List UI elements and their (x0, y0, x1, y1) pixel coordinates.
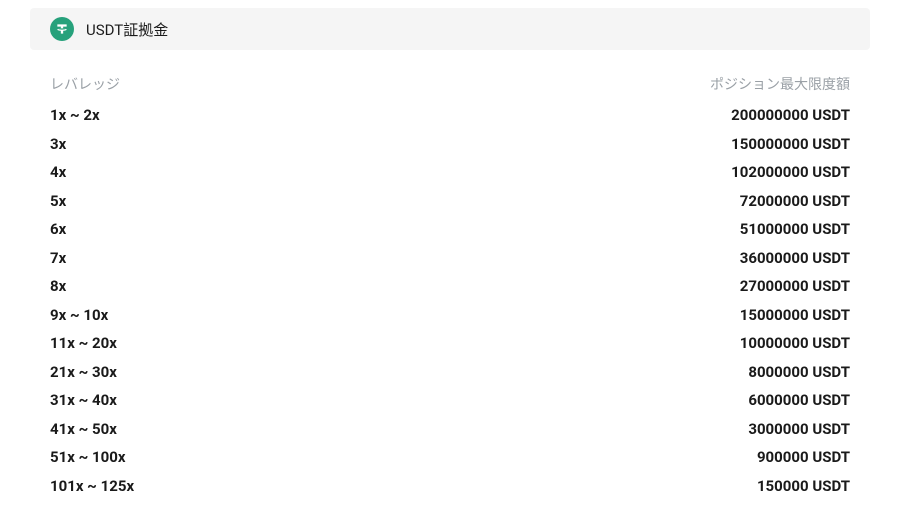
table-row: 7x 36000000 USDT (50, 251, 850, 266)
leverage-cell: 3x (50, 137, 66, 152)
leverage-cell: 4x (50, 165, 66, 180)
leverage-cell: 1x ~ 2x (50, 108, 100, 123)
table-row: 8x 27000000 USDT (50, 279, 850, 294)
table-body: 1x ~ 2x 200000000 USDT 3x 150000000 USDT 4x 1… (50, 108, 850, 494)
table-header: レバレッジ ポジション最大限度額 (50, 74, 850, 94)
max-position-cell: 150000000 USDT (731, 137, 850, 152)
max-position-cell: 72000000 USDT (740, 194, 850, 209)
margin-header: USDT証拠金 (30, 8, 870, 50)
max-position-cell: 900000 USDT (757, 450, 850, 465)
table-row: 11x ~ 20x 10000000 USDT (50, 336, 850, 351)
table-row: 41x ~ 50x 3000000 USDT (50, 422, 850, 437)
leverage-cell: 5x (50, 194, 66, 209)
max-position-cell: 27000000 USDT (740, 279, 850, 294)
max-position-cell: 51000000 USDT (740, 222, 850, 237)
max-position-cell: 102000000 USDT (731, 165, 850, 180)
max-position-cell: 8000000 USDT (748, 365, 850, 380)
max-position-cell: 10000000 USDT (740, 336, 850, 351)
tether-icon (50, 17, 74, 41)
table-row: 6x 51000000 USDT (50, 222, 850, 237)
leverage-cell: 21x ~ 30x (50, 365, 117, 380)
column-header-leverage: レバレッジ (50, 74, 120, 94)
table-row: 9x ~ 10x 15000000 USDT (50, 308, 850, 323)
leverage-cell: 11x ~ 20x (50, 336, 117, 351)
table-row: 1x ~ 2x 200000000 USDT (50, 108, 850, 123)
leverage-cell: 9x ~ 10x (50, 308, 108, 323)
leverage-cell: 101x ~ 125x (50, 479, 134, 494)
max-position-cell: 6000000 USDT (748, 393, 850, 408)
table-row: 101x ~ 125x 150000 USDT (50, 479, 850, 494)
max-position-cell: 15000000 USDT (740, 308, 850, 323)
max-position-cell: 200000000 USDT (731, 108, 850, 123)
table-row: 5x 72000000 USDT (50, 194, 850, 209)
leverage-cell: 31x ~ 40x (50, 393, 117, 408)
leverage-cell: 51x ~ 100x (50, 450, 125, 465)
leverage-cell: 41x ~ 50x (50, 422, 117, 437)
table-row: 51x ~ 100x 900000 USDT (50, 450, 850, 465)
column-header-max-position: ポジション最大限度額 (710, 74, 850, 94)
leverage-table: レバレッジ ポジション最大限度額 1x ~ 2x 200000000 USDT 3x… (0, 74, 900, 494)
leverage-cell: 8x (50, 279, 66, 294)
max-position-cell: 150000 USDT (757, 479, 850, 494)
max-position-cell: 36000000 USDT (740, 251, 850, 266)
max-position-cell: 3000000 USDT (748, 422, 850, 437)
leverage-cell: 6x (50, 222, 66, 237)
margin-title: USDT証拠金 (86, 19, 168, 40)
table-row: 21x ~ 30x 8000000 USDT (50, 365, 850, 380)
table-row: 31x ~ 40x 6000000 USDT (50, 393, 850, 408)
leverage-cell: 7x (50, 251, 66, 266)
table-row: 3x 150000000 USDT (50, 137, 850, 152)
table-row: 4x 102000000 USDT (50, 165, 850, 180)
